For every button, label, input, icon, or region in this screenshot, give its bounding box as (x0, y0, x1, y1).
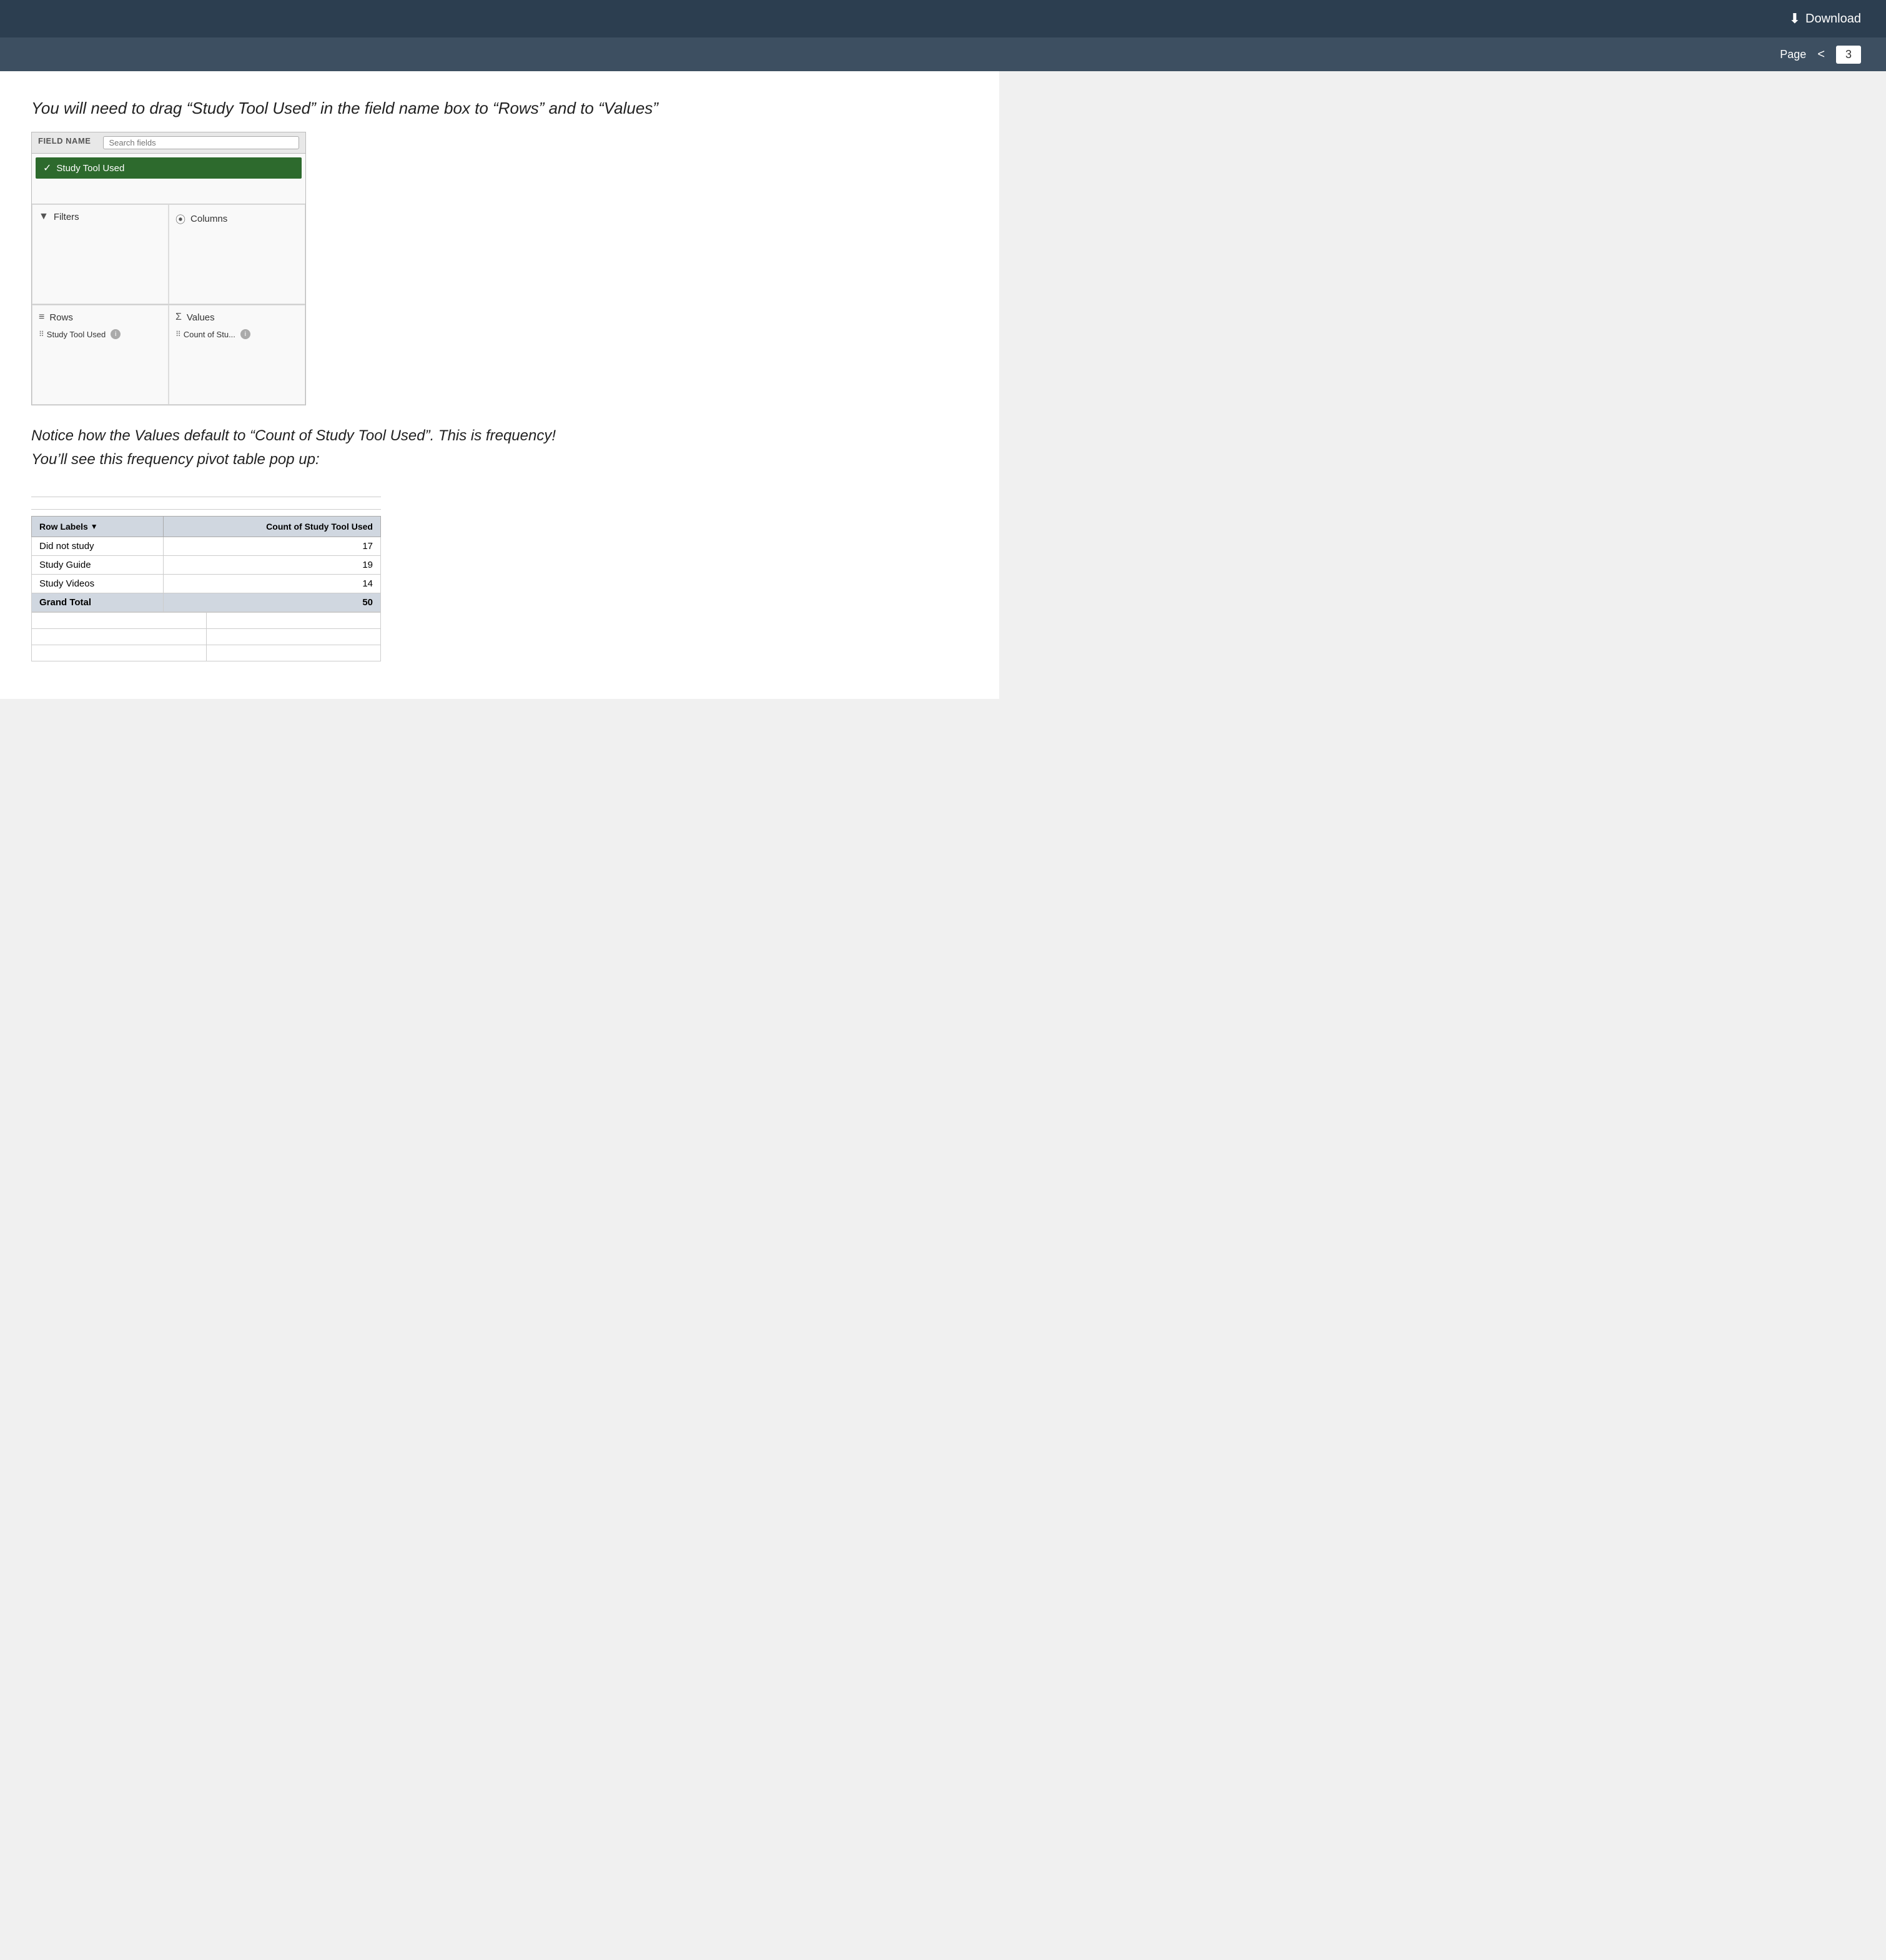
pivot-panel: FIELD NAME ✓ Study Tool Used ▼ Filters ⦿… (31, 132, 306, 405)
rows-item[interactable]: ⠿ Study Tool Used i (39, 329, 162, 339)
download-button[interactable]: ⬇ Download (1789, 11, 1861, 27)
table-row: Did not study17 (32, 537, 381, 555)
rows-header: ≡ Rows (39, 312, 162, 323)
search-fields-input[interactable] (103, 136, 299, 149)
page-nav-bar: Page < 3 (0, 37, 1886, 71)
notice-line2: You’ll see this frequency pivot table po… (31, 448, 968, 472)
filters-label: Filters (54, 212, 79, 222)
col1-header[interactable]: Row Labels ▼ (32, 516, 164, 537)
pivot-sections-bottom: ≡ Rows ⠿ Study Tool Used i Σ Values ⠿ Co… (32, 304, 305, 405)
field-name-label: FIELD NAME (38, 136, 91, 149)
field-item-label: Study Tool Used (56, 163, 124, 174)
row-label-cell: Did not study (32, 537, 164, 555)
row-value-cell: 19 (163, 555, 380, 574)
pivot-table-container: Row Labels ▼ Count of Study Tool Used Di… (31, 516, 381, 661)
page-number: 3 (1836, 46, 1861, 64)
filters-header: ▼ Filters (39, 211, 162, 222)
row-value-cell: 14 (163, 574, 380, 593)
row-label-cell: Study Videos (32, 574, 164, 593)
columns-label: Columns (190, 214, 227, 224)
row-label-cell: Study Guide (32, 555, 164, 574)
empty-row-2 (32, 628, 381, 645)
pivot-table-empty-rows (31, 612, 381, 661)
columns-header: ⦿ Columns (175, 211, 299, 226)
values-item[interactable]: ⠿ Count of Stu... i (175, 329, 299, 339)
rows-label: Rows (49, 312, 73, 323)
field-list-area: ✓ Study Tool Used (32, 154, 305, 204)
columns-icon: ⦿ (175, 211, 185, 226)
main-content: You will need to drag “Study Tool Used” … (0, 71, 999, 699)
rows-icon: ≡ (39, 312, 44, 323)
row-value-cell: 17 (163, 537, 380, 555)
row-label-cell: Grand Total (32, 593, 164, 611)
notice-text: Notice how the Values default to “Count … (31, 424, 968, 472)
values-label: Values (187, 312, 215, 323)
pivot-sections-top: ▼ Filters ⦿ Columns (32, 204, 305, 304)
values-section: Σ Values ⠿ Count of Stu... i (169, 305, 305, 405)
drag-handle-values: ⠿ (175, 330, 181, 339)
table-row: Grand Total50 (32, 593, 381, 611)
filters-icon: ▼ (39, 211, 49, 222)
notice-line1: Notice how the Values default to “Count … (31, 424, 968, 448)
download-label: Download (1805, 12, 1861, 26)
pivot-table: Row Labels ▼ Count of Study Tool Used Di… (31, 516, 381, 612)
table-line-2 (31, 497, 381, 510)
instruction-text: You will need to drag “Study Tool Used” … (31, 96, 968, 121)
field-item-study-tool-used[interactable]: ✓ Study Tool Used (36, 157, 302, 179)
page-prev-button[interactable]: < (1812, 46, 1830, 63)
col1-header-label: Row Labels (39, 522, 88, 532)
values-header: Σ Values (175, 312, 299, 323)
download-icon: ⬇ (1789, 11, 1800, 27)
table-row: Study Videos14 (32, 574, 381, 593)
rows-info-icon: i (111, 329, 121, 339)
page-label: Page (1780, 48, 1806, 61)
rows-item-label: Study Tool Used (47, 330, 106, 339)
empty-row-3 (32, 645, 381, 661)
checkmark-icon: ✓ (43, 162, 51, 174)
values-info-icon: i (240, 329, 250, 339)
top-bar: ⬇ Download (0, 0, 1886, 37)
values-icon: Σ (175, 312, 182, 323)
table-lines-above (31, 485, 968, 510)
dropdown-arrow-icon: ▼ (91, 522, 98, 531)
values-item-label: Count of Stu... (184, 330, 235, 339)
table-row: Study Guide19 (32, 555, 381, 574)
columns-section: ⦿ Columns (169, 204, 305, 304)
table-line-1 (31, 485, 381, 497)
field-name-header: FIELD NAME (32, 132, 305, 154)
col2-header: Count of Study Tool Used (163, 516, 380, 537)
row-value-cell: 50 (163, 593, 380, 611)
filters-section: ▼ Filters (32, 204, 169, 304)
rows-section: ≡ Rows ⠿ Study Tool Used i (32, 305, 169, 405)
drag-handle-rows: ⠿ (39, 330, 44, 339)
empty-row-1 (32, 612, 381, 628)
